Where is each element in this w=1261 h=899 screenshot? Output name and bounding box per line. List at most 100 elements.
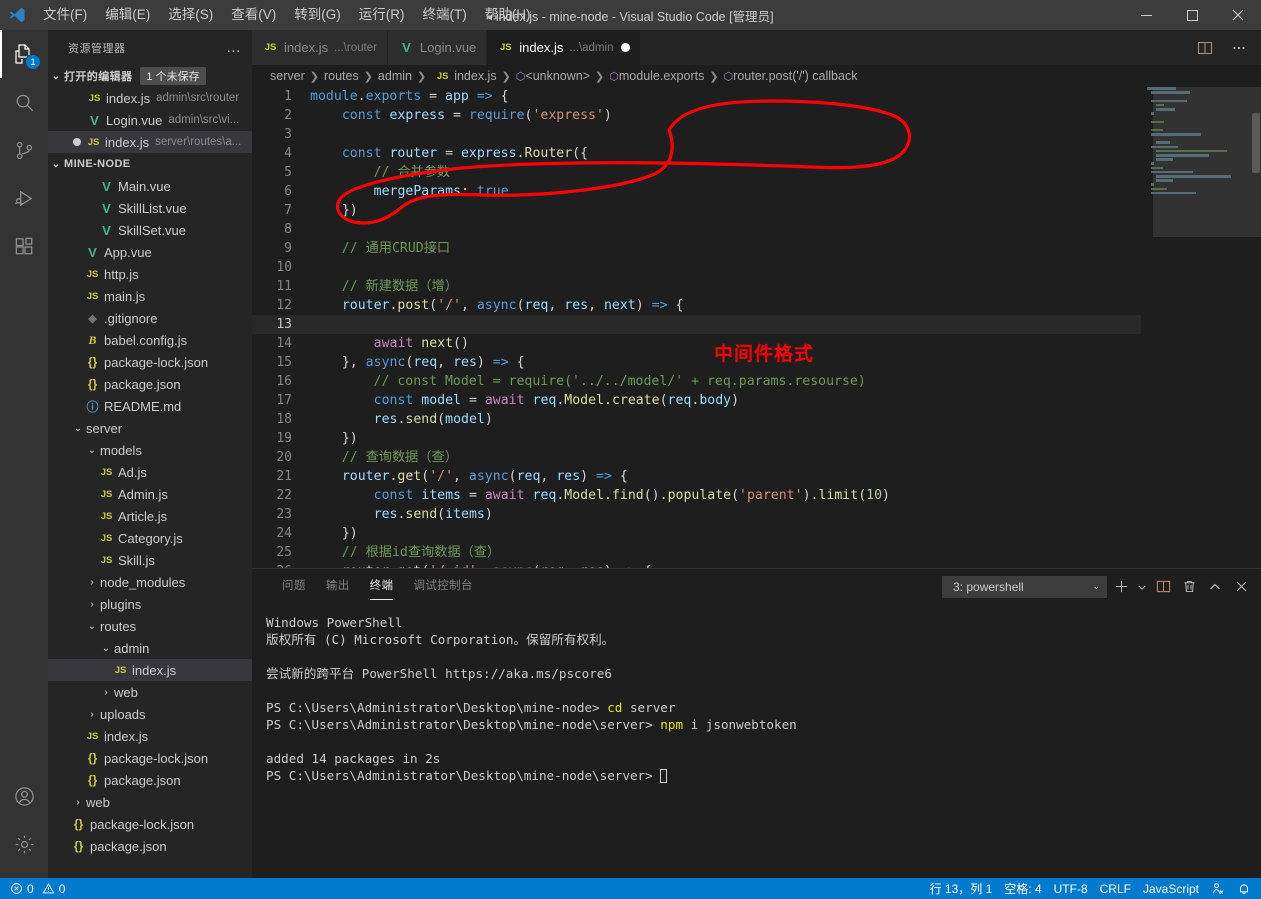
minimap-viewport-slider[interactable] (1153, 87, 1261, 237)
code-line[interactable]: 21 router.get('/', async(req, res) => { (252, 467, 1141, 486)
code-line[interactable]: 25 // 根据id查询数据（查） (252, 543, 1141, 562)
section-project-root[interactable]: ⌄ MINE-NODE (48, 153, 252, 175)
code-line[interactable]: 13 (252, 315, 1141, 334)
file-tree-item[interactable]: {} package-lock.json (48, 747, 252, 769)
section-open-editors[interactable]: ⌄ 打开的编辑器 1 个未保存 (48, 65, 252, 87)
code-line[interactable]: 3 (252, 125, 1141, 144)
status-encoding[interactable]: UTF-8 (1048, 878, 1094, 899)
code-line[interactable]: 4 const router = express.Router({ (252, 144, 1141, 163)
code-line[interactable]: 10 (252, 258, 1141, 277)
code-line[interactable]: 7 }) (252, 201, 1141, 220)
kill-terminal-trash-icon[interactable] (1177, 575, 1201, 599)
status-feedback-icon[interactable] (1205, 878, 1231, 899)
file-tree-item[interactable]: V SkillList.vue (48, 197, 252, 219)
file-tree-item[interactable]: {} package.json (48, 769, 252, 791)
file-tree-item[interactable]: JS http.js (48, 263, 252, 285)
minimize-icon[interactable] (1123, 0, 1169, 30)
activity-explorer[interactable]: 1 (0, 30, 48, 78)
split-terminal-icon[interactable] (1151, 575, 1175, 599)
file-tree-item[interactable]: JS main.js (48, 285, 252, 307)
ellipsis-icon[interactable] (1225, 34, 1253, 62)
panel-tab-output[interactable]: 输出 (316, 569, 360, 604)
open-editor-item[interactable]: JS index.js admin\src\router (48, 87, 252, 109)
file-tree-item[interactable]: Bbabel.config.js (48, 329, 252, 351)
file-tree-item[interactable]: ⌄ models (48, 439, 252, 461)
code-line[interactable]: 18 res.send(model) (252, 410, 1141, 429)
code-line[interactable]: 8 (252, 220, 1141, 239)
code-line[interactable]: 14 await next() (252, 334, 1141, 353)
terminal-dropdown-chevron-down-icon[interactable] (1135, 575, 1149, 599)
code-line[interactable]: 23 res.send(items) (252, 505, 1141, 524)
tab-index-js-router[interactable]: JS index.js ...\router (252, 30, 388, 65)
unsaved-dot-icon[interactable] (73, 138, 81, 146)
status-eol[interactable]: CRLF (1094, 878, 1137, 899)
menu-help[interactable]: 帮助(H) (476, 0, 540, 30)
terminal-output[interactable]: Windows PowerShell 版权所有 (C) Microsoft Cor… (252, 604, 1261, 878)
close-icon[interactable] (1215, 0, 1261, 30)
menu-view[interactable]: 查看(V) (222, 0, 285, 30)
menu-run[interactable]: 运行(R) (350, 0, 414, 30)
split-editor-icon[interactable] (1191, 34, 1219, 62)
file-tree-item[interactable]: ⌄ routes (48, 615, 252, 637)
code-line[interactable]: 22 const items = await req.Model.find().… (252, 486, 1141, 505)
file-tree-item[interactable]: › web (48, 681, 252, 703)
menu-file[interactable]: 文件(F) (34, 0, 96, 30)
breadcrumb-admin[interactable]: admin (378, 69, 412, 83)
editor-scrollbar[interactable] (1251, 87, 1261, 568)
file-tree-item-selected[interactable]: JS index.js (48, 659, 252, 681)
file-tree-item[interactable]: › web (48, 791, 252, 813)
minimap[interactable] (1141, 87, 1261, 568)
breadcrumb-server[interactable]: server (270, 69, 305, 83)
file-tree-item[interactable]: JS index.js (48, 725, 252, 747)
code-line[interactable]: 17 const model = await req.Model.create(… (252, 391, 1141, 410)
sidebar-more-icon[interactable]: … (226, 39, 242, 56)
file-tree-item[interactable]: JS Ad.js (48, 461, 252, 483)
menu-terminal[interactable]: 终端(T) (414, 0, 476, 30)
status-language-mode[interactable]: JavaScript (1137, 878, 1205, 899)
activity-accounts[interactable] (0, 772, 48, 820)
open-editor-item-active[interactable]: JS index.js server\routes\a... (48, 131, 252, 153)
file-tree-item[interactable]: ⌄ server (48, 417, 252, 439)
breadcrumb-symbol-unknown[interactable]: <unknown> (525, 69, 590, 83)
activity-manage-gear-icon[interactable] (0, 820, 48, 868)
open-editor-item[interactable]: V Login.vue admin\src\vi... (48, 109, 252, 131)
activity-extensions[interactable] (0, 222, 48, 270)
file-tree-item[interactable]: {} package.json (48, 835, 252, 857)
breadcrumb-routes[interactable]: routes (324, 69, 359, 83)
file-tree-item[interactable]: JS Category.js (48, 527, 252, 549)
file-tree-item[interactable]: › uploads (48, 703, 252, 725)
breadcrumb-symbol-callback[interactable]: router.post('/') callback (733, 69, 857, 83)
status-notifications-bell-icon[interactable] (1231, 878, 1257, 899)
file-tree-item[interactable]: JS Admin.js (48, 483, 252, 505)
code-line[interactable]: 1 module.exports = app => { (252, 87, 1141, 106)
code-line[interactable]: 15 }, async(req, res) => { (252, 353, 1141, 372)
code-line[interactable]: 11 // 新建数据（增） (252, 277, 1141, 296)
scrollbar-thumb[interactable] (1252, 113, 1260, 173)
maximize-icon[interactable] (1169, 0, 1215, 30)
panel-tab-problems[interactable]: 问题 (272, 569, 316, 604)
close-panel-close-icon[interactable] (1229, 575, 1253, 599)
code-line[interactable]: 5 // 合并参数 (252, 163, 1141, 182)
code-line[interactable]: 26 router.get('/:id', async(req, res) =>… (252, 562, 1141, 568)
code-line[interactable]: 20 // 查询数据（查） (252, 448, 1141, 467)
menu-go[interactable]: 转到(G) (285, 0, 350, 30)
file-tree-item[interactable]: ⌄ admin (48, 637, 252, 659)
code-line[interactable]: 12 router.post('/', async(req, res, next… (252, 296, 1141, 315)
file-tree-item[interactable]: V App.vue (48, 241, 252, 263)
status-indentation[interactable]: 空格: 4 (998, 878, 1047, 899)
code-line[interactable]: 19 }) (252, 429, 1141, 448)
maximize-panel-chevron-up-icon[interactable] (1203, 575, 1227, 599)
terminal-selector[interactable]: 3: powershell ⌄ (942, 575, 1107, 598)
status-cursor-position[interactable]: 行 13，列 1 (924, 878, 999, 899)
file-tree-item[interactable]: {} package-lock.json (48, 813, 252, 835)
code-line[interactable]: 2 const express = require('express') (252, 106, 1141, 125)
menu-selection[interactable]: 选择(S) (159, 0, 222, 30)
file-tree-item[interactable]: V SkillSet.vue (48, 219, 252, 241)
file-tree-item[interactable]: V Main.vue (48, 175, 252, 197)
menu-edit[interactable]: 编辑(E) (96, 0, 159, 30)
new-terminal-plus-icon[interactable] (1109, 575, 1133, 599)
file-tree-item[interactable]: ⓘ README.md (48, 395, 252, 417)
code-line[interactable]: 24 }) (252, 524, 1141, 543)
file-tree-item[interactable]: ◈ .gitignore (48, 307, 252, 329)
tab-login-vue[interactable]: V Login.vue (387, 30, 488, 65)
